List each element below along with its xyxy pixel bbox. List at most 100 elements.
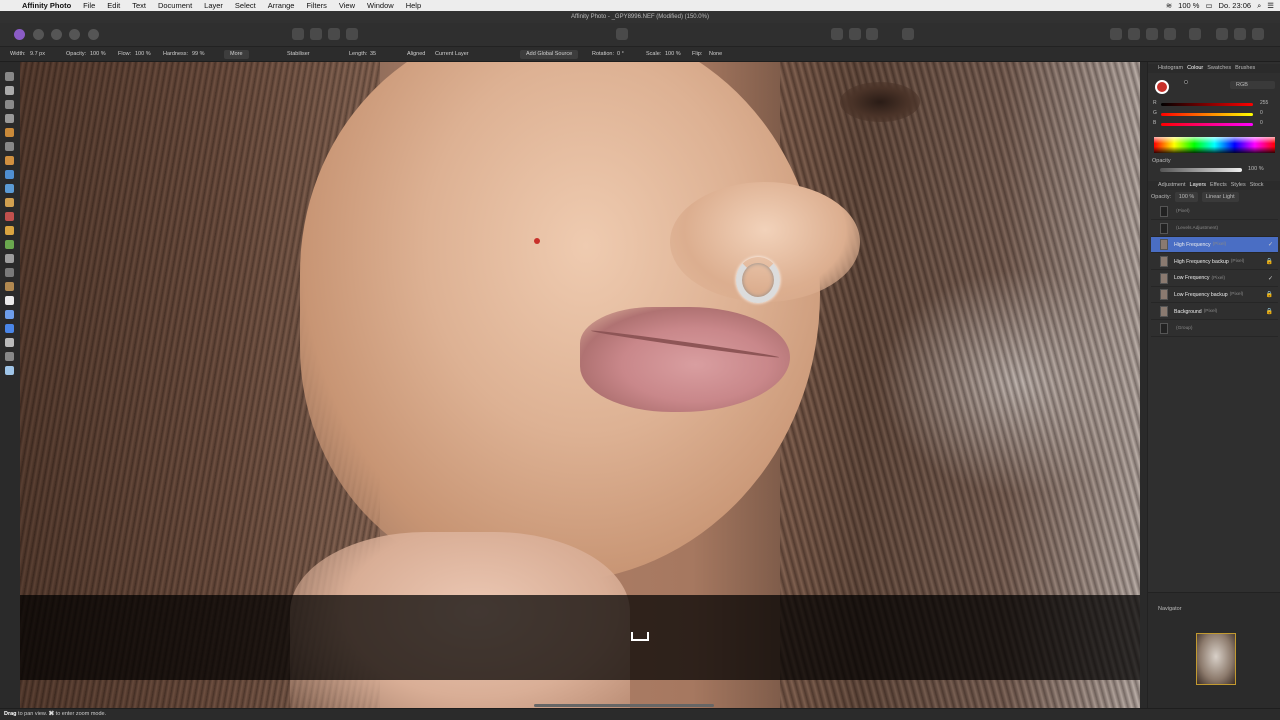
zoom-tool-icon[interactable] (5, 366, 14, 375)
app-menu[interactable]: Affinity Photo (16, 0, 77, 11)
boolean-intersect-icon[interactable] (1252, 28, 1264, 40)
colour-opacity-slider[interactable] (1160, 168, 1242, 172)
layer-visibility-icon[interactable]: ✓ (1268, 275, 1273, 282)
colour-picker-tool-icon[interactable] (5, 100, 14, 109)
selection-brush-tool-icon[interactable] (5, 128, 14, 137)
auto-colours-icon[interactable] (328, 28, 340, 40)
auto-contrast-icon[interactable] (310, 28, 322, 40)
menu-window[interactable]: Window (361, 0, 400, 11)
paint-brush-tool-icon[interactable] (5, 198, 14, 207)
menu-filters[interactable]: Filters (300, 0, 332, 11)
layer-row[interactable]: (Levels Adjustment) (1151, 221, 1278, 237)
auto-levels-icon[interactable] (292, 28, 304, 40)
tab-colour[interactable]: Colour (1187, 64, 1203, 73)
length-field[interactable]: 35 (370, 51, 376, 57)
arrange-back-icon[interactable] (1110, 28, 1122, 40)
stabiliser-checkbox[interactable]: Stabiliser (287, 51, 310, 57)
add-global-source-button[interactable]: Add Global Source (520, 50, 579, 59)
clone-brush-tool-icon[interactable] (5, 240, 14, 249)
more-button[interactable]: More (224, 50, 249, 59)
layer-row[interactable]: High Frequency (Pixel) ✓ (1151, 237, 1278, 254)
gradient-tool-icon[interactable] (5, 184, 14, 193)
blue-channel-value[interactable]: 0 (1260, 120, 1263, 126)
align-icon[interactable] (1189, 28, 1201, 40)
battery-status[interactable]: 100 % (1178, 0, 1199, 11)
photo-persona-icon[interactable] (14, 29, 25, 40)
scale-field[interactable]: 100 % (665, 51, 681, 57)
inpainting-brush-tool-icon[interactable] (5, 282, 14, 291)
menu-arrange[interactable]: Arrange (262, 0, 301, 11)
colour-spectrum[interactable] (1154, 137, 1275, 153)
layer-visibility-icon[interactable]: 🔒 (1266, 291, 1273, 298)
selection-mode-icon[interactable] (616, 28, 628, 40)
rotation-field[interactable]: 0 ° (617, 51, 624, 57)
opacity-field[interactable]: 100 % (90, 51, 106, 57)
menu-view[interactable]: View (333, 0, 361, 11)
menu-edit[interactable]: Edit (101, 0, 126, 11)
flood-fill-tool-icon[interactable] (5, 170, 14, 179)
horizontal-scrollbar[interactable] (534, 704, 714, 707)
view-tool-icon[interactable] (5, 72, 14, 81)
hardness-field[interactable]: 99 % (192, 51, 205, 57)
crop-tool-icon[interactable] (5, 114, 14, 123)
arrange-forward-icon[interactable] (1146, 28, 1158, 40)
boolean-subtract-icon[interactable] (1234, 28, 1246, 40)
source-dropdown[interactable]: Current Layer (435, 51, 469, 57)
layer-row[interactable]: (Group) (1151, 321, 1278, 337)
green-channel-slider[interactable] (1161, 113, 1253, 116)
flip-dropdown[interactable]: None (709, 51, 722, 57)
hand-tool-icon[interactable] (5, 352, 14, 361)
layer-visibility-icon[interactable]: ✓ (1268, 241, 1273, 248)
export-persona-icon[interactable] (88, 29, 99, 40)
layer-row[interactable]: High Frequency backup (Pixel) 🔒 (1151, 254, 1278, 271)
blur-brush-tool-icon[interactable] (5, 254, 14, 263)
search-icon[interactable]: ⌕ (1257, 0, 1261, 11)
layer-opacity-field[interactable]: 100 % (1174, 192, 1199, 202)
info-icon[interactable] (902, 28, 914, 40)
pen-tool-icon[interactable] (5, 310, 14, 319)
move-tool-icon[interactable] (5, 86, 14, 95)
layer-row[interactable]: Low Frequency backup (Pixel) 🔒 (1151, 287, 1278, 304)
foreground-colour-swatch[interactable] (1155, 80, 1169, 94)
dodge-brush-tool-icon[interactable] (5, 226, 14, 235)
arrange-front-icon[interactable] (1164, 28, 1176, 40)
smudge-brush-tool-icon[interactable] (5, 268, 14, 277)
layer-row[interactable]: (Pixel) (1151, 204, 1278, 220)
marquee-tool-icon[interactable] (5, 156, 14, 165)
menu-text[interactable]: Text (126, 0, 152, 11)
tab-adjustment[interactable]: Adjustment (1158, 181, 1186, 190)
tab-effects[interactable]: Effects (1210, 181, 1227, 190)
develop-persona-icon[interactable] (51, 29, 62, 40)
tab-stock[interactable]: Stock (1250, 181, 1264, 190)
layer-row[interactable]: Background (Pixel) 🔒 (1151, 304, 1278, 321)
layer-visibility-icon[interactable]: 🔒 (1266, 258, 1273, 265)
menu-file[interactable]: File (77, 0, 101, 11)
tab-brushes[interactable]: Brushes (1235, 64, 1255, 73)
red-channel-slider[interactable] (1161, 103, 1253, 106)
background-colour-swatch[interactable] (1184, 80, 1188, 84)
navigator-thumbnail[interactable] (1196, 633, 1236, 685)
text-tool-icon[interactable] (5, 338, 14, 347)
boolean-add-icon[interactable] (1216, 28, 1228, 40)
liquify-persona-icon[interactable] (33, 29, 44, 40)
colour-model-dropdown[interactable]: RGB (1230, 81, 1275, 89)
menu-layer[interactable]: Layer (198, 0, 229, 11)
blue-channel-slider[interactable] (1161, 123, 1253, 126)
menu-list-icon[interactable]: ☰ (1267, 0, 1274, 11)
width-field[interactable]: 9.7 px (30, 51, 45, 57)
assistant-icon[interactable] (866, 28, 878, 40)
auto-white-balance-icon[interactable] (346, 28, 358, 40)
erase-brush-tool-icon[interactable] (5, 212, 14, 221)
wifi-icon[interactable]: ≋ (1166, 0, 1172, 11)
clock[interactable]: Do. 23:06 (1219, 0, 1252, 11)
arrange-backward-icon[interactable] (1128, 28, 1140, 40)
menu-help[interactable]: Help (400, 0, 427, 11)
healing-brush-tool-icon[interactable] (5, 296, 14, 305)
red-channel-value[interactable]: 255 (1260, 100, 1268, 106)
tab-swatches[interactable]: Swatches (1207, 64, 1231, 73)
menu-document[interactable]: Document (152, 0, 198, 11)
menu-select[interactable]: Select (229, 0, 262, 11)
snapping-icon[interactable] (831, 28, 843, 40)
flood-select-tool-icon[interactable] (5, 142, 14, 151)
tab-layers[interactable]: Layers (1190, 181, 1207, 190)
